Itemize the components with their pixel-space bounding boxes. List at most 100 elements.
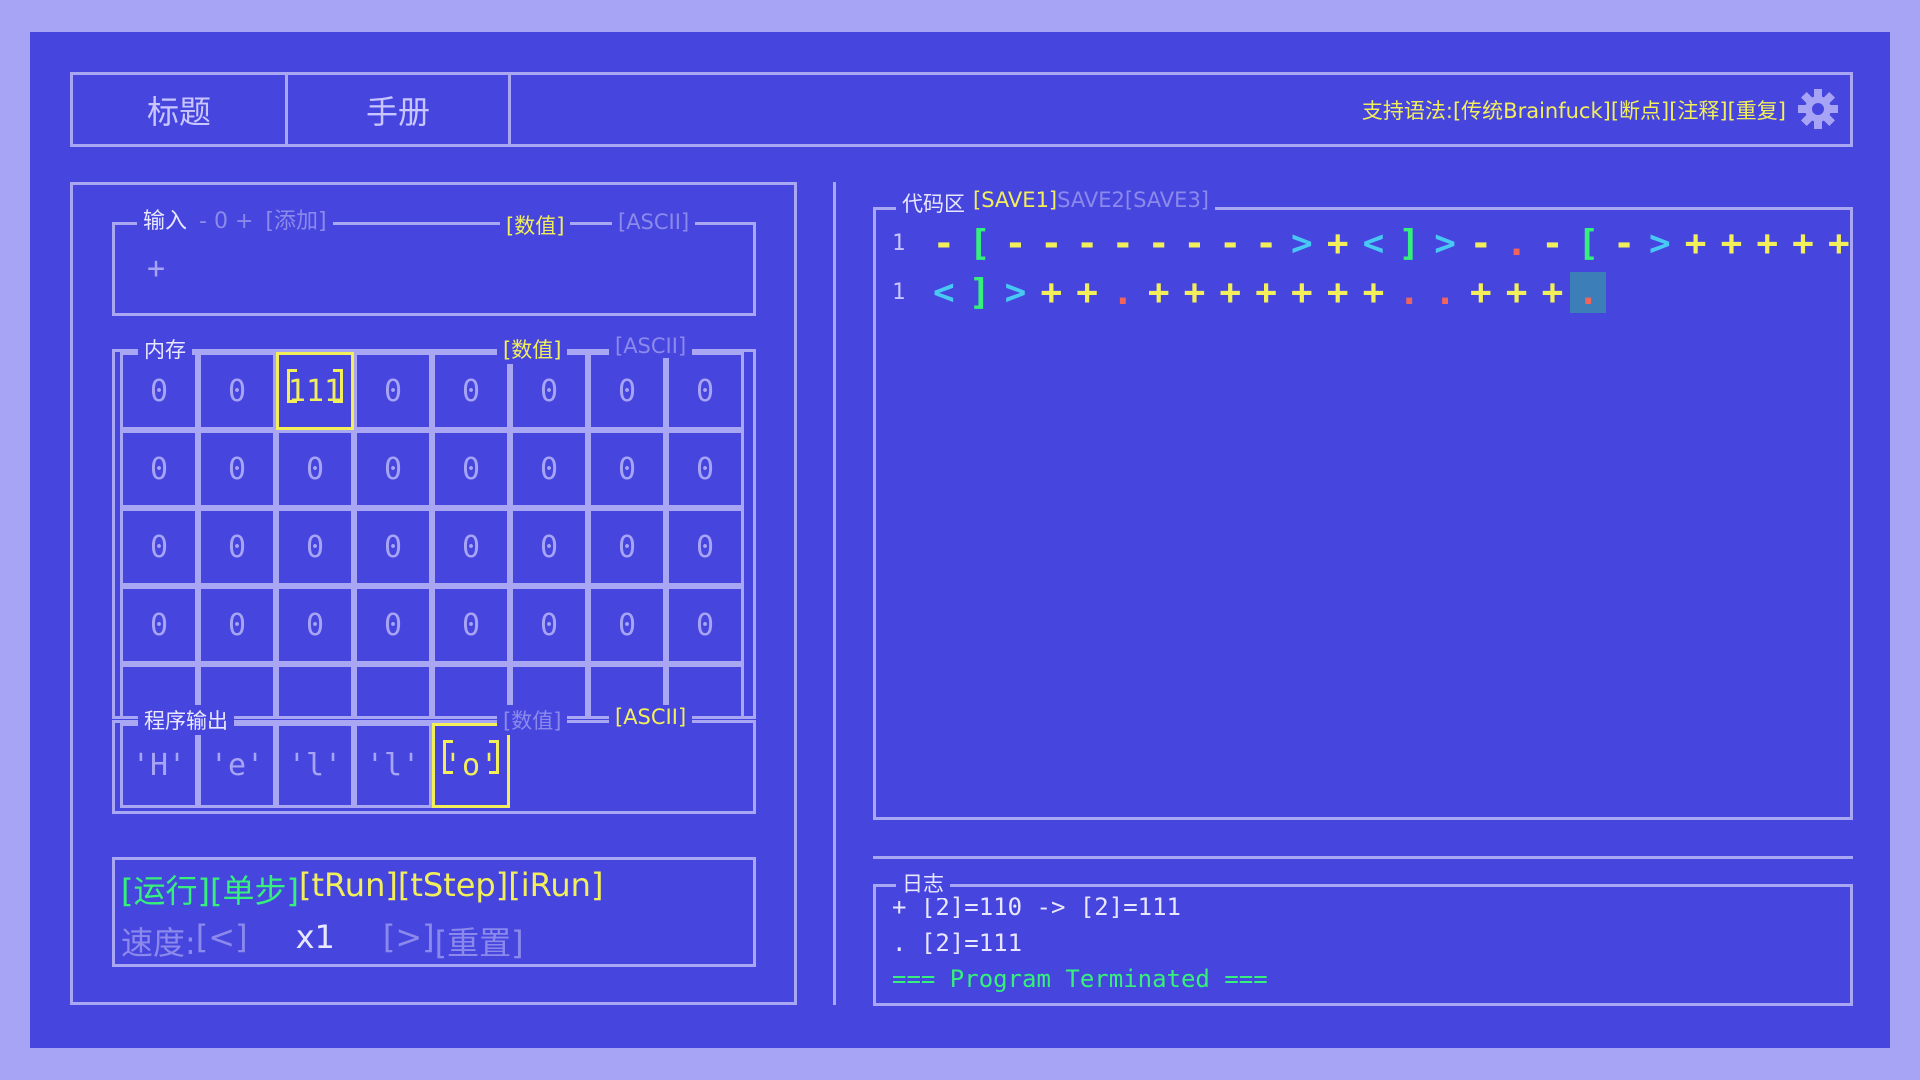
tab-manual[interactable]: 手册 (288, 75, 511, 144)
memory-title: 内存 (138, 334, 192, 364)
code-token: > (1648, 222, 1671, 264)
syntax-breakpoint: [断点] (1610, 98, 1670, 123)
save3-button[interactable]: [SAVE3] (1125, 188, 1209, 218)
memory-cell[interactable]: 0 (510, 508, 588, 586)
input-mode-num[interactable]: [数值] (500, 210, 571, 240)
line-number: 1 (892, 230, 906, 256)
memory-cell[interactable]: 111 (276, 352, 354, 430)
code-token: - (933, 222, 955, 264)
code-lines: 1-[- - - - - - - - > + <] > -. -[- > + + + + +1 <] > + +. + + + + + +… (876, 210, 1850, 817)
speed-slower-button[interactable]: [<] (196, 918, 248, 964)
output-cell[interactable]: 'H' (120, 723, 198, 808)
memory-cell[interactable]: 0 (588, 586, 666, 664)
memory-cell[interactable]: 0 (432, 508, 510, 586)
speed-controls: 速度: [<] x1 [>] [重置] (121, 918, 524, 964)
code-token: - (1076, 222, 1098, 264)
memory-cell[interactable]: 0 (354, 430, 432, 508)
code-token: + (1219, 271, 1242, 313)
log-title: 日志 (896, 868, 950, 898)
code-token: + (1040, 271, 1063, 313)
code-token: - (1219, 222, 1242, 264)
memory-mode-num[interactable]: [数值] (497, 334, 568, 364)
input-mode-ascii[interactable]: [ASCII] (612, 210, 696, 234)
memory-cell[interactable]: 0 (198, 508, 276, 586)
memory-cell[interactable]: 0 (510, 586, 588, 664)
memory-cell[interactable]: 0 (432, 430, 510, 508)
memory-cell[interactable]: 0 (276, 430, 354, 508)
code-token: - (1112, 222, 1134, 264)
output-cell[interactable]: 'o' (432, 723, 510, 808)
code-token: < (933, 271, 955, 313)
code-token: < (1362, 222, 1385, 264)
memory-cell[interactable]: 0 (276, 508, 354, 586)
memory-cell[interactable]: 0 (120, 430, 198, 508)
trun-button[interactable]: [tRun] (299, 866, 398, 912)
speed-faster-button[interactable]: [>] (383, 918, 435, 964)
memory-cell[interactable]: 0 (276, 586, 354, 664)
code-token: . (1398, 271, 1421, 313)
code-token: . (1570, 271, 1607, 313)
app-screen: 标题 手册 支持语法: [传统Brainfuck] [断点] [注释] [重复]… (30, 32, 1890, 1048)
input-field[interactable]: + (147, 251, 165, 286)
memory-cell[interactable]: 0 (198, 430, 276, 508)
output-cell[interactable]: 'l' (354, 723, 432, 808)
output-cell[interactable]: 'e' (198, 723, 276, 808)
memory-cell[interactable]: 0 (666, 586, 744, 664)
memory-cell[interactable] (276, 664, 354, 716)
memory-cell[interactable]: 0 (588, 508, 666, 586)
code-token: - (1470, 222, 1492, 264)
syntax-support: 支持语法: [传统Brainfuck] [断点] [注释] [重复] (1362, 75, 1786, 144)
memory-cell[interactable]: 0 (588, 430, 666, 508)
code-token: + (1684, 222, 1707, 264)
memory-cell[interactable]: 0 (666, 352, 744, 430)
code-token: . (1434, 271, 1456, 313)
tstep-button[interactable]: [tStep] (398, 866, 508, 912)
memory-cell[interactable]: 0 (354, 586, 432, 664)
log-divider (873, 856, 1853, 859)
code-token: + (1541, 271, 1564, 313)
code-token: + (1255, 271, 1277, 313)
code-line[interactable]: 1-[- - - - - - - - > + <] > -. -[- > + + + + + (892, 220, 1857, 266)
memory-cell[interactable]: 0 (198, 352, 276, 430)
code-token: . (1505, 222, 1528, 264)
reset-button[interactable]: [重置] (435, 918, 524, 964)
irun-button[interactable]: [iRun] (508, 866, 603, 912)
output-mode-num[interactable]: [数值] (497, 705, 568, 735)
code-token: > (1004, 271, 1027, 313)
output-cell[interactable]: 'l' (276, 723, 354, 808)
memory-grid: 0 0 111 0 0 0 0 0 0 0 0 0 0 0 0 0 0 0 0 0 0 0 0 0 0 0 0 0 0 0 0 0 (120, 352, 744, 716)
save1-button[interactable]: [SAVE1] (973, 188, 1057, 218)
code-token: - (1613, 222, 1635, 264)
log-line: . [2]=111 (892, 929, 1023, 957)
memory-cell[interactable]: 0 (666, 430, 744, 508)
gear-icon[interactable] (1796, 87, 1840, 131)
step-button[interactable]: [单步] (210, 866, 299, 912)
line-number: 1 (892, 279, 906, 305)
code-token: . (1112, 271, 1134, 313)
memory-section: 0 0 111 0 0 0 0 0 0 0 0 0 0 0 0 0 0 0 0 0 0 0 0 0 0 0 0 0 0 0 0 0 (112, 349, 756, 719)
code-token: [ (1577, 222, 1600, 264)
memory-cell[interactable]: 0 (120, 508, 198, 586)
input-stepper[interactable]: - 0 + (199, 210, 253, 234)
input-add-button[interactable]: [添加] (265, 210, 326, 234)
speed-label: 速度: (121, 924, 196, 962)
memory-cell[interactable] (354, 664, 432, 716)
code-area[interactable]: 1-[- - - - - - - - > + <] > -. -[- > + + + + +1 <] > + +. + + + + + +… (873, 207, 1853, 820)
memory-mode-ascii[interactable]: [ASCII] (609, 334, 693, 358)
memory-cell[interactable]: 0 (120, 586, 198, 664)
memory-cell[interactable]: 0 (666, 508, 744, 586)
memory-cell[interactable]: 0 (198, 586, 276, 664)
output-mode-ascii[interactable]: [ASCII] (609, 705, 693, 729)
run-button[interactable]: [运行] (121, 866, 210, 912)
code-token: + (1362, 271, 1385, 313)
memory-cell[interactable]: 0 (354, 508, 432, 586)
memory-cell[interactable]: 0 (588, 352, 666, 430)
tab-title[interactable]: 标题 (73, 75, 288, 144)
memory-cell[interactable]: 0 (510, 430, 588, 508)
code-token: + (1792, 222, 1814, 264)
code-token: + (1756, 222, 1779, 264)
memory-cell[interactable]: 0 (432, 586, 510, 664)
save2-button[interactable]: SAVE2 (1057, 188, 1125, 218)
memory-cell[interactable]: 0 (354, 352, 432, 430)
code-line[interactable]: 1 <] > + +. + + + + + + +.. + + +. (892, 269, 1607, 315)
